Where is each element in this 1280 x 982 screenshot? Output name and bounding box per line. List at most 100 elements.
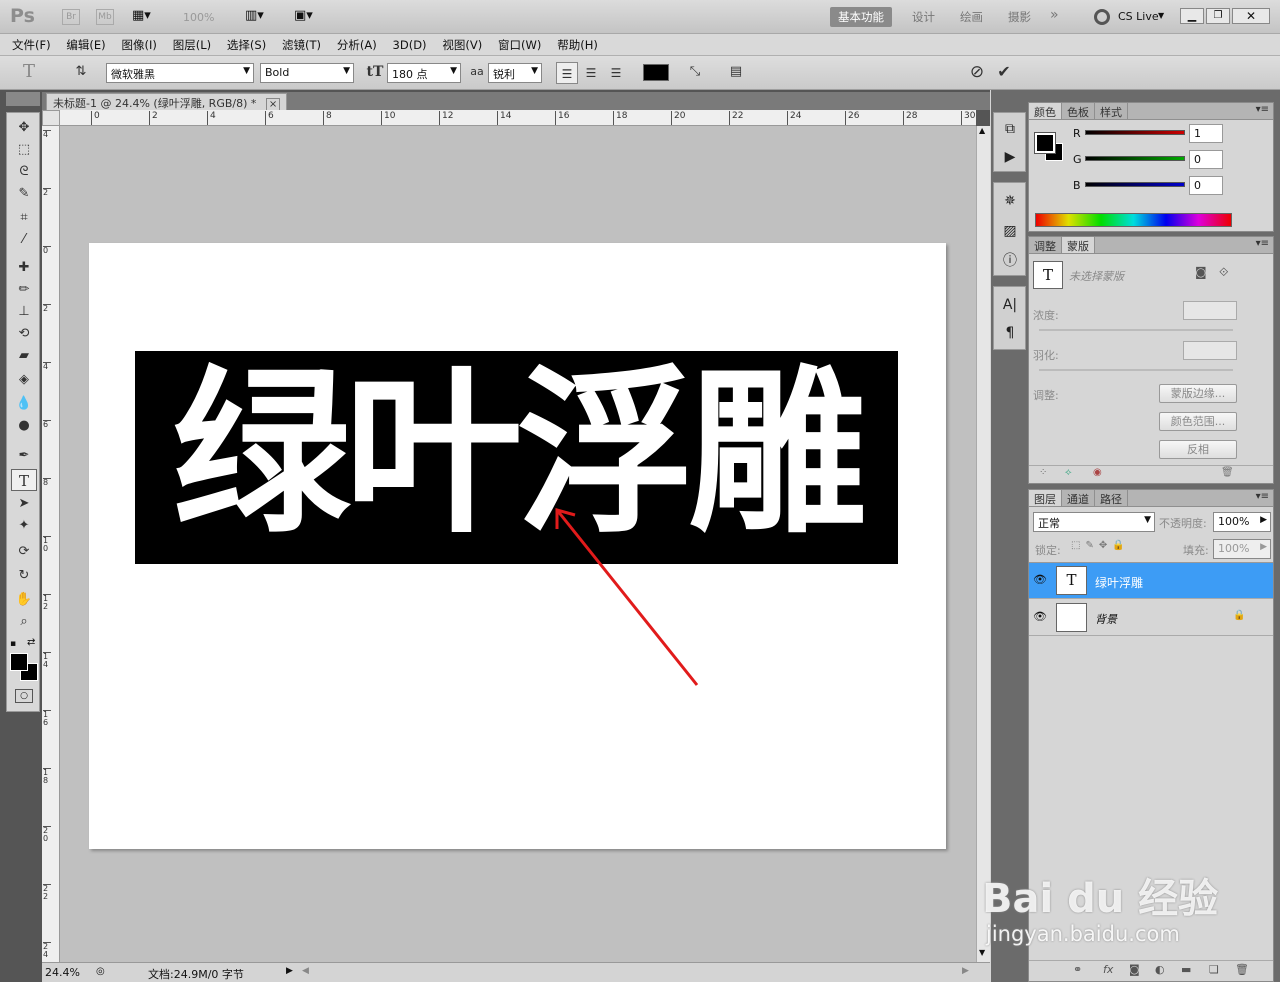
menu-3d[interactable]: 3D(D) xyxy=(387,35,433,52)
paragraph-panel-icon[interactable]: ¶ xyxy=(998,321,1022,345)
actions-panel-icon[interactable]: ▶ xyxy=(998,145,1022,169)
menu-file[interactable]: 文件(F) xyxy=(6,34,57,53)
lock-icons[interactable]: ⬚✎✥🔒 xyxy=(1071,540,1130,551)
channel-slider[interactable] xyxy=(1085,130,1185,135)
horizontal-ruler[interactable]: 0 2 4 6 8 10 12 14 16 18 20 22 24 26 28 30 xyxy=(60,110,976,126)
panel-menu-icon[interactable]: ▾≡ xyxy=(1256,491,1269,502)
font-size-dropdown[interactable]: 180 点 ▼ xyxy=(387,63,461,83)
commit-edit-icon[interactable]: ✔ xyxy=(993,61,1015,83)
character-panel-dock-icon[interactable]: A| xyxy=(998,293,1022,317)
scroll-down-icon[interactable]: ▼ xyxy=(979,948,985,957)
3d-rotate-icon[interactable]: ⟳ xyxy=(11,541,37,563)
workspace-painting[interactable]: 绘画 xyxy=(960,9,983,25)
ruler-origin[interactable] xyxy=(42,110,60,126)
group-icon[interactable]: ▬ xyxy=(1181,963,1191,976)
scroll-right-icon[interactable]: ▶ xyxy=(962,966,969,976)
path-select-icon[interactable]: ➤ xyxy=(11,493,37,515)
workspace-design[interactable]: 设计 xyxy=(912,9,935,25)
delete-mask-icon[interactable]: 🗑 xyxy=(1221,467,1234,478)
new-layer-icon[interactable]: ❏ xyxy=(1209,963,1219,976)
move-tool-icon[interactable]: ✥ xyxy=(11,117,37,139)
quick-select-tool-icon[interactable]: ✎ xyxy=(11,183,37,205)
density-slider[interactable] xyxy=(1039,329,1233,331)
eraser-tool-icon[interactable]: ▰ xyxy=(11,345,37,367)
menu-analysis[interactable]: 分析(A) xyxy=(331,34,383,53)
layer-name[interactable]: 背景 xyxy=(1095,611,1117,627)
navigator-panel-icon[interactable]: ✵ xyxy=(998,189,1022,213)
swap-colors-icon[interactable]: ⇄ xyxy=(27,637,35,648)
status-info-icon[interactable]: ◎ xyxy=(96,966,105,977)
healing-brush-icon[interactable]: ✚ xyxy=(11,257,37,279)
invert-button[interactable]: 反相 xyxy=(1159,440,1237,459)
mini-bridge-button[interactable]: Mb xyxy=(96,9,114,25)
load-selection-icon[interactable]: ⁘ xyxy=(1039,467,1047,478)
zoom-level-dropdown[interactable]: 100% xyxy=(183,11,214,24)
warp-text-icon[interactable]: ⤡ xyxy=(684,61,706,83)
vector-mask-icon[interactable]: ⟐ xyxy=(1219,265,1228,280)
type-tool-icon[interactable]: T xyxy=(11,469,37,491)
menu-help[interactable]: 帮助(H) xyxy=(551,34,604,53)
more-workspaces-icon[interactable]: » xyxy=(1050,7,1059,23)
vertical-scrollbar[interactable]: ▲ ▼ xyxy=(976,126,990,962)
paint-bucket-icon[interactable]: ◈ xyxy=(11,369,37,391)
align-left-icon[interactable]: ☰ xyxy=(556,62,578,84)
histogram-panel-icon[interactable]: ▨ xyxy=(998,219,1022,243)
brush-tool-icon[interactable]: ✏ xyxy=(11,279,37,301)
workspace-essentials[interactable]: 基本功能 xyxy=(830,7,892,27)
font-family-dropdown[interactable]: 微软雅黑 ▼ xyxy=(106,63,254,83)
arrange-documents-icon[interactable]: ▥▾ xyxy=(245,8,264,23)
tab-layers[interactable]: 图层 xyxy=(1029,490,1062,506)
color-ramp[interactable] xyxy=(1035,213,1232,227)
link-icon[interactable]: ⚭ xyxy=(1073,963,1082,976)
dodge-tool-icon[interactable]: ● xyxy=(11,415,37,437)
fill-input[interactable]: 100% ▶ xyxy=(1213,539,1271,559)
close-window-button[interactable]: ✕ xyxy=(1232,8,1270,24)
layer-row-text[interactable]: 👁 T 绿叶浮雕 xyxy=(1029,563,1273,599)
marquee-tool-icon[interactable]: ⬚ xyxy=(11,139,37,161)
screen-mode-icon[interactable]: ▣▾ xyxy=(294,8,313,23)
density-input[interactable] xyxy=(1183,301,1237,320)
cs-live-menu[interactable]: CS Live xyxy=(1118,10,1159,23)
stamp-tool-icon[interactable]: ⊥ xyxy=(11,301,37,323)
history-brush-icon[interactable]: ⟲ xyxy=(11,323,37,345)
status-menu-arrow-icon[interactable]: ▶ xyxy=(286,966,293,976)
type-tool-preset-icon[interactable]: T xyxy=(18,61,40,83)
disable-mask-icon[interactable]: ◉ xyxy=(1093,467,1102,478)
menu-layer[interactable]: 图层(L) xyxy=(167,34,217,53)
hand-tool-icon[interactable]: ✋ xyxy=(11,589,37,611)
view-extras-icon[interactable]: ▦▾ xyxy=(132,8,164,26)
channel-value-input[interactable]: 1 xyxy=(1189,124,1223,143)
tab-paths[interactable]: 路径 xyxy=(1095,490,1128,506)
blend-mode-dropdown[interactable]: 正常 ▼ xyxy=(1033,512,1155,532)
shape-tool-icon[interactable]: ✦ xyxy=(11,515,37,537)
pen-tool-icon[interactable]: ✒ xyxy=(11,445,37,467)
quick-mask-icon[interactable]: ○ xyxy=(15,689,33,703)
apply-mask-icon[interactable]: ⟡ xyxy=(1065,467,1072,478)
tab-channels[interactable]: 通道 xyxy=(1062,490,1095,506)
foreground-color-swatch[interactable] xyxy=(10,653,28,671)
trash-icon[interactable]: 🗑 xyxy=(1235,963,1249,976)
menu-image[interactable]: 图像(I) xyxy=(116,34,163,53)
tab-adjustments[interactable]: 调整 xyxy=(1029,237,1062,253)
tab-styles[interactable]: 样式 xyxy=(1095,103,1128,119)
visibility-eye-icon[interactable]: 👁 xyxy=(1033,573,1047,587)
menu-edit[interactable]: 编辑(E) xyxy=(60,34,111,53)
visibility-eye-icon[interactable]: 👁 xyxy=(1033,610,1047,624)
panel-menu-icon[interactable]: ▾≡ xyxy=(1256,104,1269,115)
fx-icon[interactable]: fx xyxy=(1103,963,1113,976)
layer-name[interactable]: 绿叶浮雕 xyxy=(1095,574,1143,591)
feather-slider[interactable] xyxy=(1039,369,1233,371)
info-panel-icon[interactable]: ⓘ xyxy=(998,249,1022,273)
panel-menu-icon[interactable]: ▾≡ xyxy=(1256,238,1269,249)
pixel-mask-icon[interactable]: ◙ xyxy=(1195,265,1207,279)
cancel-edit-icon[interactable]: ⊘ xyxy=(966,61,988,83)
channel-slider[interactable] xyxy=(1085,182,1185,187)
crop-tool-icon[interactable]: ⌗ xyxy=(11,207,37,229)
align-center-icon[interactable]: ☰ xyxy=(580,62,602,84)
color-foreground-swatch[interactable] xyxy=(1034,132,1056,154)
vertical-ruler[interactable]: 4 2 0 2 4 6 8 1 0 1 2 1 4 1 6 1 8 2 0 2 2 2 4 xyxy=(42,126,60,962)
font-style-dropdown[interactable]: Bold ▼ xyxy=(260,63,354,83)
channel-value-input[interactable]: 0 xyxy=(1189,150,1223,169)
tab-masks[interactable]: 蒙版 xyxy=(1062,237,1095,253)
menu-filter[interactable]: 滤镜(T) xyxy=(276,34,327,53)
